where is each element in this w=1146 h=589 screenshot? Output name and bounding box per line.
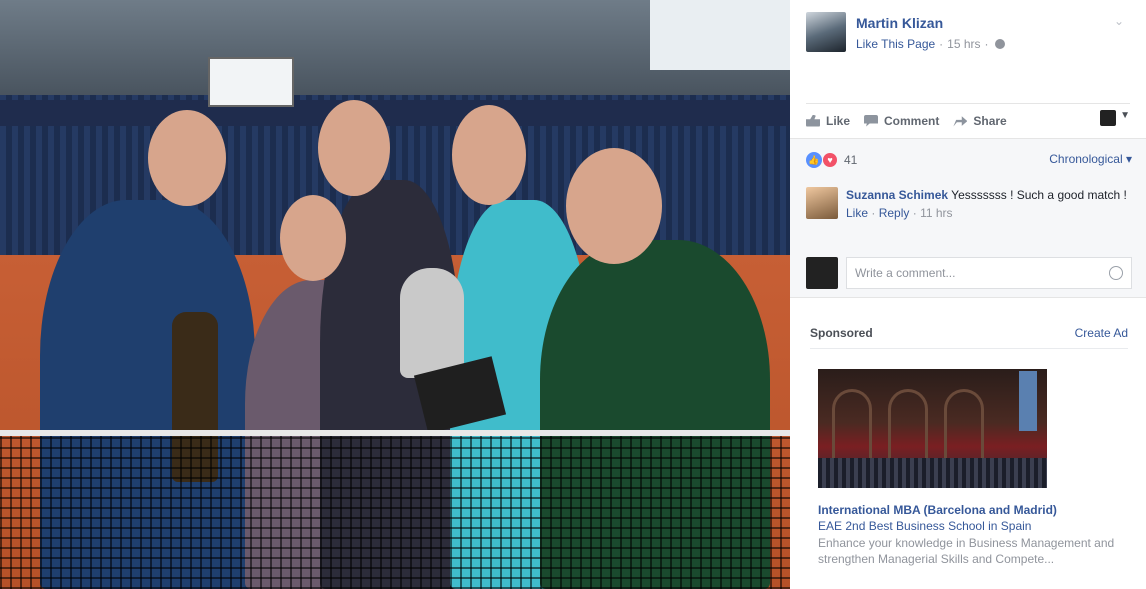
share-button[interactable]: Share <box>953 113 1007 128</box>
sponsored-title: Sponsored <box>810 326 873 340</box>
sky <box>650 0 790 70</box>
thumbs-up-icon <box>806 114 820 127</box>
reactions-summary[interactable]: 👍 ♥ 41 <box>806 152 857 168</box>
share-label: Share <box>973 113 1007 128</box>
audience <box>818 458 1047 488</box>
arch <box>832 389 872 459</box>
comment-composer: Write a comment... <box>806 257 1132 289</box>
chevron-down-icon[interactable]: ⌄ <box>1114 14 1128 28</box>
post-time[interactable]: 15 hrs <box>947 37 980 51</box>
comments-section: 👍 ♥ 41 Chronological ▾ Suzanna Schimek Y… <box>790 138 1146 298</box>
comment-reply-link[interactable]: Reply <box>879 206 910 220</box>
comment-time[interactable]: 11 hrs <box>920 206 952 220</box>
share-icon <box>953 116 968 127</box>
head-4 <box>452 105 526 205</box>
head-2 <box>280 195 346 281</box>
post-photo[interactable] <box>0 0 790 589</box>
head-1 <box>148 110 226 206</box>
create-ad-link[interactable]: Create Ad <box>1075 326 1128 340</box>
love-reaction-icon: ♥ <box>822 152 838 168</box>
ad-image[interactable] <box>818 369 1047 488</box>
sponsor-banner <box>0 100 790 126</box>
comment-author[interactable]: Suzanna Schimek <box>846 188 948 202</box>
emoji-icon[interactable] <box>1109 266 1123 280</box>
comment-text: Yesssssss ! Such a good match ! <box>951 188 1127 202</box>
viewer-avatar[interactable] <box>1100 110 1116 126</box>
reaction-count: 41 <box>844 153 858 167</box>
dot-separator-2: · <box>912 206 917 220</box>
ad-title-link[interactable]: International MBA (Barcelona and Madrid) <box>818 503 1057 517</box>
like-reaction-icon: 👍 <box>806 152 822 168</box>
like-label: Like <box>826 113 851 128</box>
comment-input[interactable]: Write a comment... <box>846 257 1132 289</box>
sponsored-header: Sponsored Create Ad <box>810 326 1128 349</box>
meta-separator: · <box>939 37 944 51</box>
composer-avatar <box>806 257 838 289</box>
tennis-net <box>0 430 790 589</box>
sort-label: Chronological <box>1049 152 1123 166</box>
trophy <box>400 268 464 378</box>
like-button[interactable]: Like <box>806 114 850 128</box>
head-5 <box>566 148 662 264</box>
caret-down-icon[interactable]: ▼ <box>1120 110 1130 121</box>
post-side-panel: Martin Klizan Like This Page · 15 hrs · … <box>790 0 1146 589</box>
comment-input-placeholder: Write a comment... <box>855 266 956 280</box>
arch <box>944 389 984 459</box>
globe-icon <box>994 39 1005 49</box>
post-meta: Like This Page · 15 hrs · <box>856 37 1005 51</box>
head-3 <box>318 100 390 196</box>
sort-dropdown[interactable]: Chronological ▾ <box>1049 152 1132 166</box>
dot-separator: · <box>871 206 876 220</box>
ad-description: Enhance your knowledge in Business Manag… <box>818 536 1115 566</box>
comment-item: Suzanna Schimek Yesssssss ! Such a good … <box>806 187 1130 220</box>
ad-subtitle[interactable]: EAE 2nd Best Business School in Spain <box>818 519 1031 533</box>
page-name-link[interactable]: Martin Klizan <box>856 15 943 31</box>
page-avatar[interactable] <box>806 12 846 52</box>
comment-button[interactable]: Comment <box>864 114 939 128</box>
comment-actions: Like · Reply · 11 hrs <box>846 206 1127 220</box>
caret-down-icon: ▾ <box>1125 152 1132 166</box>
like-page-link[interactable]: Like This Page <box>856 37 935 51</box>
commenter-avatar[interactable] <box>806 187 838 219</box>
arch <box>888 389 928 459</box>
comment-body: Suzanna Schimek Yesssssss ! Such a good … <box>846 187 1127 204</box>
comment-label: Comment <box>884 113 940 128</box>
scoreboard <box>208 57 294 107</box>
comment-icon <box>864 114 879 127</box>
post-actions: Like Comment Share <box>806 103 1130 137</box>
meta-separator-2: · <box>984 37 989 51</box>
projection-screen <box>1019 371 1037 431</box>
comment-like-link[interactable]: Like <box>846 206 868 220</box>
